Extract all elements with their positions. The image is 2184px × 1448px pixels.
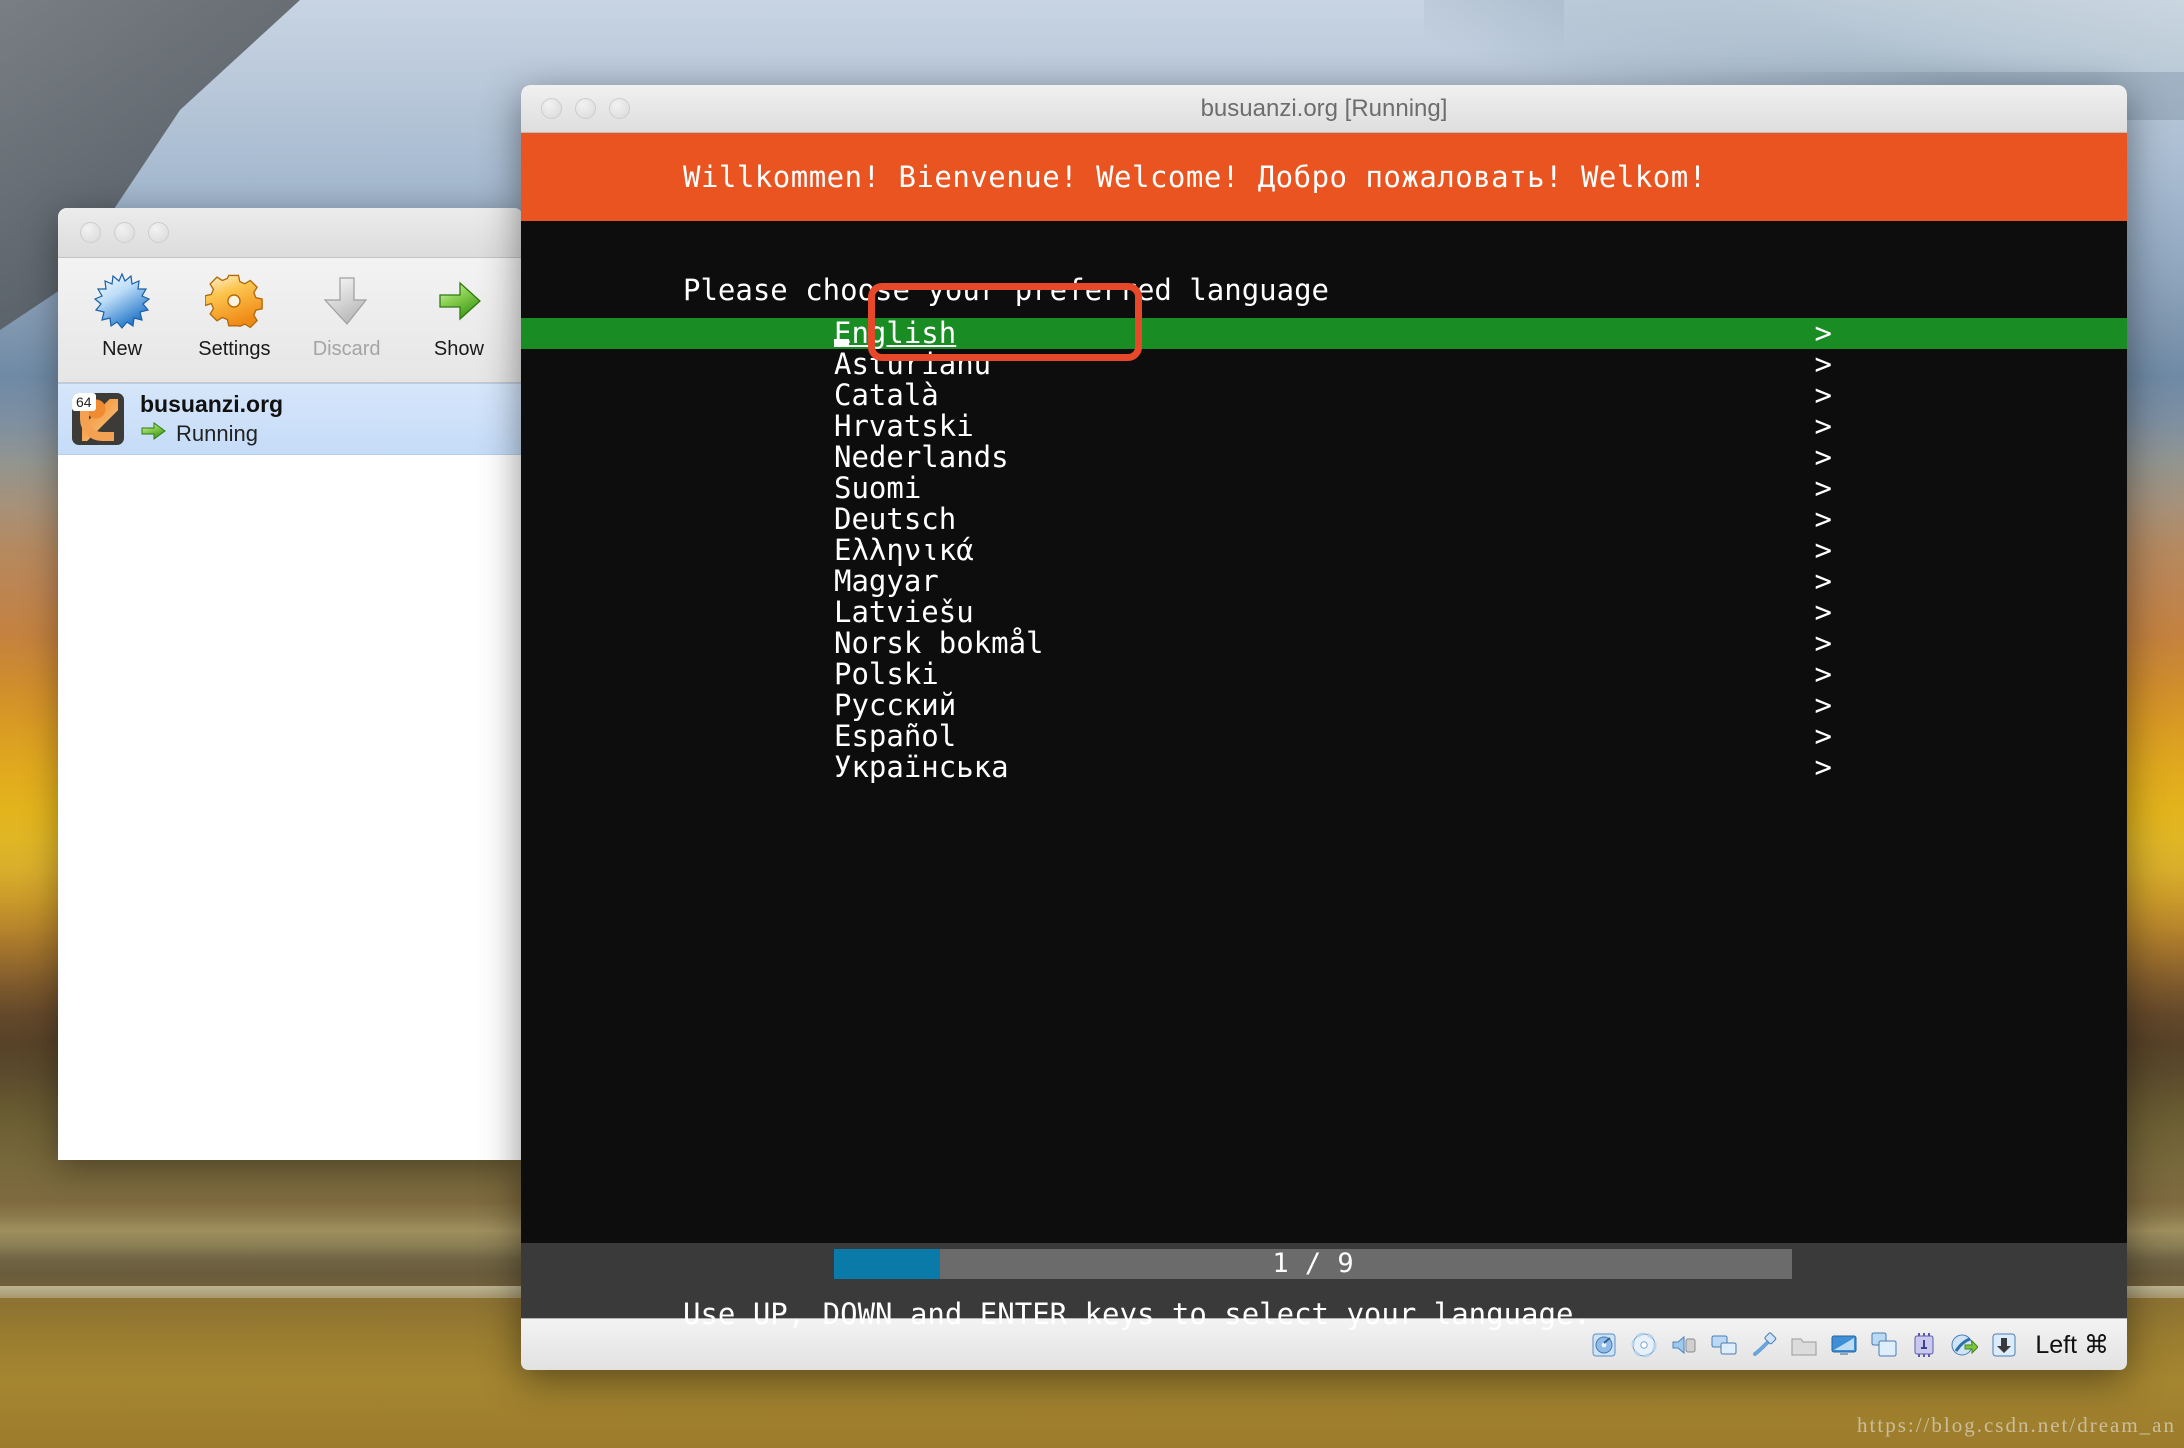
display-icon[interactable] [1829,1330,1859,1360]
chevron-right-icon: > [1814,316,1832,350]
show-button[interactable]: Show [403,270,515,361]
discard-button-label: Discard [312,338,381,360]
language-label: Norsk bokmål [834,626,1044,660]
audio-icon[interactable] [1669,1330,1699,1360]
chevron-right-icon: > [1814,626,1832,660]
green-arrow-icon [428,270,490,332]
chevron-right-icon: > [1814,750,1832,784]
page-title: Please choose your preferred language [683,273,1330,307]
language-label: Русский [834,688,957,722]
snow-cap [1564,0,2184,72]
settings-button-label: Settings [198,338,271,360]
new-button[interactable]: New [66,270,178,361]
usb-icon[interactable] [1749,1330,1779,1360]
discard-button: Discard [291,270,403,361]
hint-text: Use UP, DOWN and ENTER keys to select yo… [683,1297,1591,1331]
chevron-right-icon: > [1814,564,1832,598]
chevron-right-icon: > [1814,440,1832,474]
progress-track: 1 / 9 [834,1249,1792,1279]
language-label: Català [834,378,939,412]
language-label: Asturianu [834,347,992,381]
list-item[interactable]: 64 busuanzi.org Running [58,383,523,455]
star-burst-icon [91,270,153,332]
language-label: Hrvatski [834,409,974,443]
chevron-right-icon: > [1814,471,1832,505]
language-option[interactable]: Deutsch > [521,504,2127,535]
language-option[interactable]: Ελληνικά > [521,535,2127,566]
chevron-right-icon: > [1814,595,1832,629]
chevron-right-icon: > [1814,719,1832,753]
down-arrow-icon [316,270,378,332]
language-label: Español [834,719,957,753]
progress-area: 1 / 9 [521,1243,2127,1285]
chevron-right-icon: > [1814,657,1832,691]
language-option[interactable]: Español > [521,721,2127,752]
language-label: Deutsch [834,502,957,536]
language-label: Magyar [834,564,939,598]
green-arrow-icon [140,420,168,447]
language-option[interactable]: Magyar > [521,566,2127,597]
vm-state: Running [176,420,258,446]
snapshot-icon[interactable] [1869,1330,1899,1360]
language-option[interactable]: Українська > [521,752,2127,783]
host-key-label: Left ⌘ [2035,1330,2109,1359]
shared-folder-icon[interactable] [1789,1330,1819,1360]
arch-badge: 64 [72,393,96,411]
language-label: Ελληνικά [834,533,974,567]
minimize-button[interactable] [114,222,135,243]
cpu-icon[interactable] [1909,1330,1939,1360]
manager-toolbar: New Settings Discard Show [58,258,523,383]
language-option[interactable]: Hrvatski > [521,411,2127,442]
welcome-banner: Willkommen! Bienvenue! Welcome! Добро по… [521,133,2127,221]
gear-icon [203,270,265,332]
language-option[interactable]: Suomi > [521,473,2127,504]
language-option[interactable]: Asturianu > [521,349,2127,380]
hint-area: Use UP, DOWN and ENTER keys to select yo… [521,1285,2127,1331]
progress-label: 1 / 9 [1272,1248,1354,1279]
settings-button[interactable]: Settings [178,270,290,361]
chevron-right-icon: > [1814,533,1832,567]
guest-additions-icon[interactable] [1949,1330,1979,1360]
mouse-capture-icon[interactable] [1989,1330,2019,1360]
language-option[interactable]: Latviešu > [521,597,2127,628]
language-option[interactable]: Русский > [521,690,2127,721]
close-button[interactable] [80,222,101,243]
chevron-right-icon: > [1814,409,1832,443]
ubuntu-icon: 64 [72,393,124,445]
text-cursor [834,339,849,347]
vm-list[interactable]: 64 busuanzi.org Running [58,383,523,1160]
vm-screen[interactable]: Willkommen! Bienvenue! Welcome! Добро по… [521,133,2127,1331]
chevron-right-icon: > [1814,502,1832,536]
language-option[interactable]: Nederlands > [521,442,2127,473]
network-icon[interactable] [1709,1330,1739,1360]
language-option[interactable]: Polski > [521,659,2127,690]
vm-titlebar[interactable]: busuanzi.org [Running] [521,85,2127,133]
welcome-text: Willkommen! Bienvenue! Welcome! Добро по… [683,160,1707,194]
language-option[interactable]: Català > [521,380,2127,411]
language-option[interactable]: Norsk bokmål > [521,628,2127,659]
chevron-right-icon: > [1814,378,1832,412]
optical-disk-icon[interactable] [1629,1330,1659,1360]
show-button-label: Show [433,338,484,360]
language-label: Українська [834,750,1009,784]
language-label: Nederlands [834,440,1009,474]
vm-window-title: busuanzi.org [Running] [1200,94,1448,122]
virtualbox-manager-window[interactable]: New Settings Discard Show 64 busuanzi.or… [58,208,523,1160]
language-label: English [834,316,957,350]
language-list[interactable]: English > Asturianu > Català > Hrvatski > Nederl… [521,318,2127,783]
language-label: Latviešu [834,595,974,629]
chevron-right-icon: > [1814,688,1832,722]
new-button-label: New [102,338,143,360]
vm-name: busuanzi.org [140,391,284,417]
maximize-button[interactable] [148,222,169,243]
language-label: Suomi [834,471,922,505]
language-option[interactable]: English > [521,318,2127,349]
chevron-right-icon: > [1814,347,1832,381]
vm-window[interactable]: busuanzi.org [Running] Willkommen! Bienv… [521,85,2127,1370]
hard-disk-icon[interactable] [1589,1330,1619,1360]
watermark: https://blog.csdn.net/dream_an [1857,1413,2176,1437]
language-label: Polski [834,657,939,691]
manager-titlebar[interactable] [58,208,523,258]
